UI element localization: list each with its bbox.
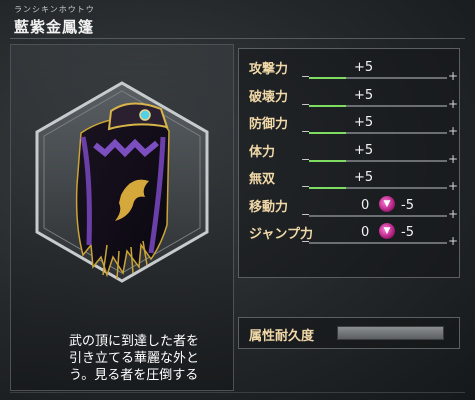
stat-bar xyxy=(309,132,447,134)
stat-row: 攻撃力 − + +5 xyxy=(249,58,458,83)
stat-increase-icon: + xyxy=(448,151,459,166)
durability-label: 属性耐久度 xyxy=(249,329,315,344)
stat-row: 無双 − + +5 xyxy=(249,168,458,193)
stat-value: +5 xyxy=(354,115,374,130)
stat-label: 移動力 xyxy=(249,199,289,215)
stat-bar xyxy=(309,187,447,189)
stat-label: 破壊力 xyxy=(249,89,289,105)
stat-bar-fill xyxy=(309,132,347,134)
stat-bar xyxy=(309,77,447,79)
stat-value: +5 xyxy=(354,142,374,158)
stat-row: 破壊力 − + +5 xyxy=(249,86,458,111)
stat-value: +5 xyxy=(354,87,374,103)
stat-label: 攻撃力 xyxy=(249,62,289,77)
stat-bar xyxy=(309,214,447,217)
durability-bar xyxy=(337,326,444,340)
item-name: 藍紫金鳳篷 xyxy=(14,18,95,36)
item-description: 武の頂に到達した者を 引き立てる華麗な外と う。見る者を圧倒する xyxy=(69,334,200,383)
stat-bar-fill xyxy=(309,104,347,107)
stat-increase-icon: + xyxy=(448,234,459,248)
stat-row: 移動力 − +0 ▼ -5 xyxy=(249,195,458,221)
stat-row: 防御力 − + +5 xyxy=(249,113,458,138)
stat-increase-icon: + xyxy=(448,69,459,83)
stat-value: +5 xyxy=(354,60,374,75)
stat-delta: -5 xyxy=(401,197,414,213)
stat-increase-icon: + xyxy=(448,124,459,138)
stat-base-value: 0 xyxy=(361,225,370,240)
down-arrow-icon: ▼ xyxy=(379,195,395,212)
stat-row: 体力 − + +5 xyxy=(249,141,458,166)
stat-increase-icon: + xyxy=(448,179,459,193)
item-name-ruby: ランシキンホウトウ xyxy=(14,5,95,14)
item-title-block: ランシキンホウトウ 藍紫金鳳篷 xyxy=(14,4,95,37)
stat-value: +5 xyxy=(354,170,374,185)
stat-delta: -5 xyxy=(401,225,414,240)
stat-bar xyxy=(309,104,447,107)
bottom-divider xyxy=(10,392,465,393)
item-image xyxy=(35,81,209,283)
stat-bar-fill xyxy=(309,77,347,79)
stat-row: ジャンプ力 − +0 ▼ -5 xyxy=(249,223,458,248)
stat-label: 体力 xyxy=(249,144,276,160)
stat-base-value: 0 xyxy=(361,197,370,213)
stat-bar xyxy=(309,242,447,244)
item-detail-window: ランシキンホウトウ 藍紫金鳳篷 武の頂に到達した者を 引き立てる華麗な外と う。… xyxy=(0,0,475,400)
stat-label: 防御力 xyxy=(249,117,289,132)
cape-collar xyxy=(107,102,169,131)
stats-panel: 攻撃力 − + +5 破壊力 − + +5 防御力 − + +5 体力 − + +5 無双 − + +5 移動力 − +0 ▼… xyxy=(238,48,460,278)
down-arrow-icon: ▼ xyxy=(379,223,395,239)
stat-label: 無双 xyxy=(249,172,276,187)
stat-bar-fill xyxy=(309,187,347,189)
stat-bar-fill xyxy=(309,159,347,162)
durability-panel: 属性耐久度 xyxy=(238,317,460,349)
stat-bar xyxy=(309,159,447,162)
stat-increase-icon: + xyxy=(448,206,459,221)
item-image-panel: 武の頂に到達した者を 引き立てる華麗な外と う。見る者を圧倒する xyxy=(10,44,234,391)
stat-increase-icon: + xyxy=(448,96,459,111)
title-divider xyxy=(10,38,465,39)
